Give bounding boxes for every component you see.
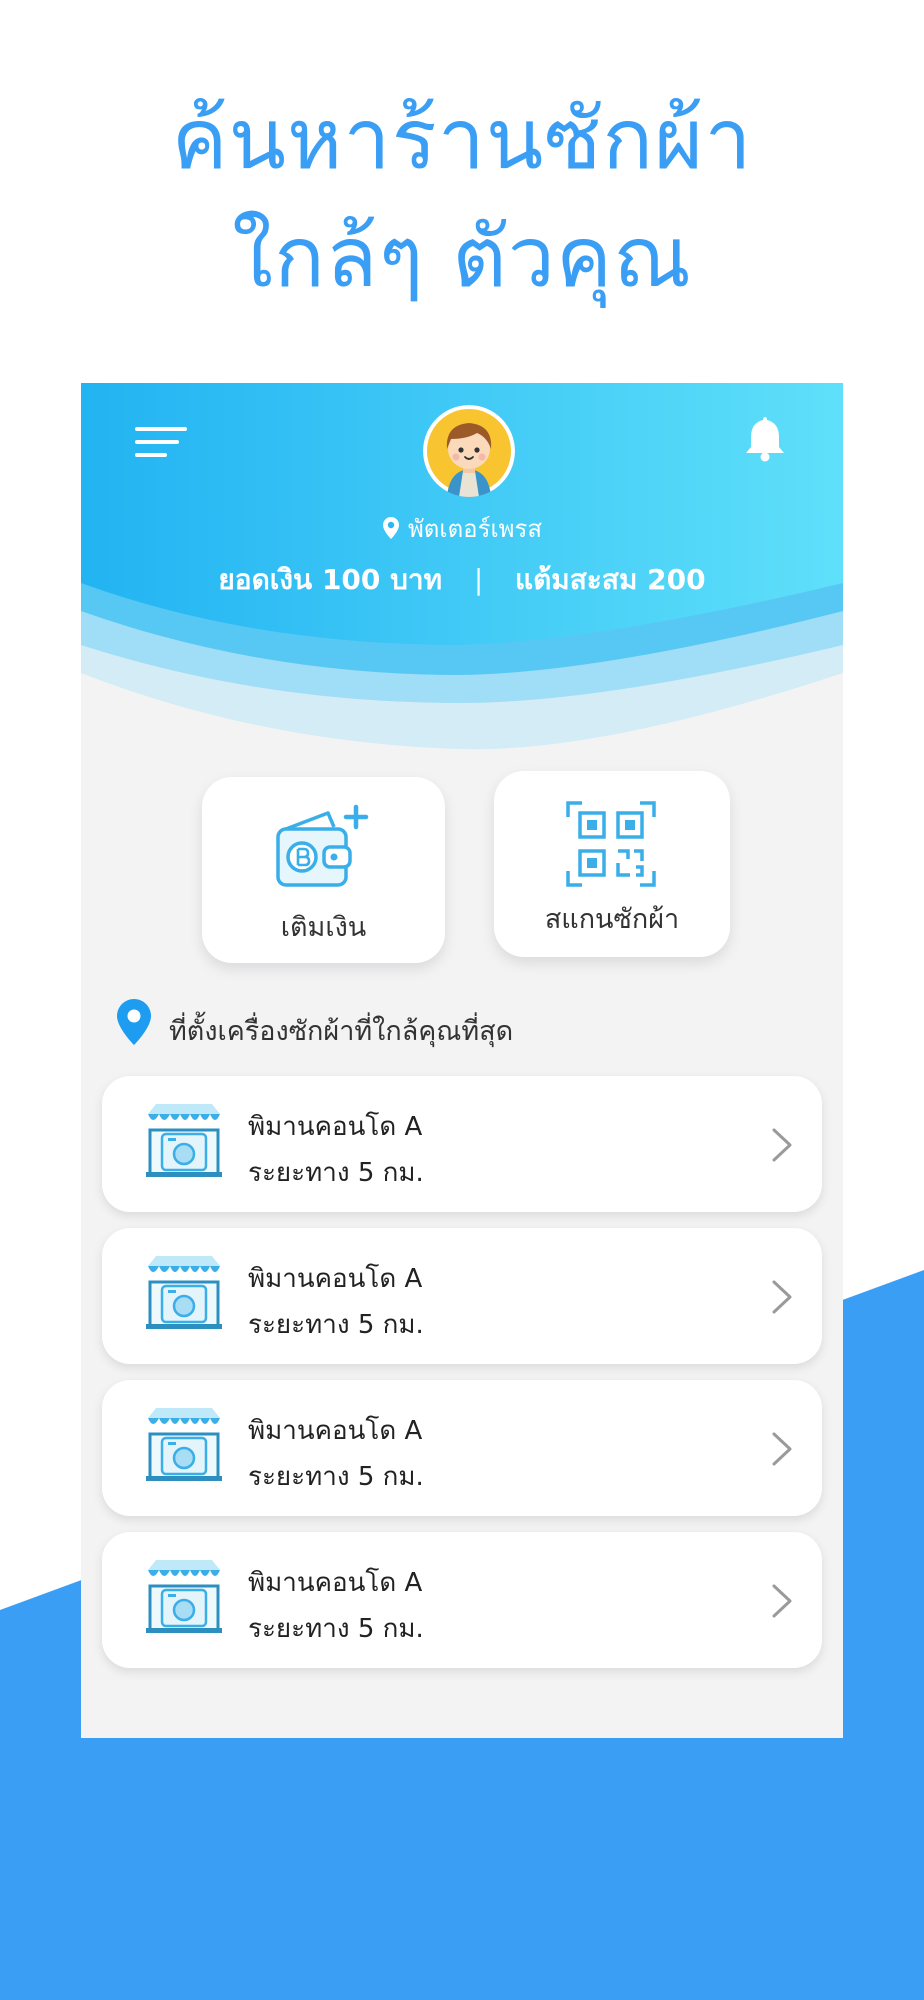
laundry-shop-icon (146, 1560, 222, 1633)
avatar[interactable] (423, 405, 515, 497)
shop-list-item[interactable]: พิมานคอนโด A ระยะทาง 5 กม. (102, 1076, 822, 1212)
hamburger-menu-icon[interactable] (135, 425, 189, 459)
app-screen: พัตเตอร์เพรส ยอดเงิน 100 บาท | แต้มสะสม … (81, 383, 843, 1738)
promo-headline: ค้นหาร้านซักผ้า ใกล้ๆ ตัวคุณ (0, 80, 924, 316)
shop-name: พิมานคอนโด A (248, 1112, 423, 1142)
shop-name: พิมานคอนโด A (248, 1264, 423, 1294)
chevron-right-icon (772, 1280, 792, 1314)
location-label: พัตเตอร์เพรส (81, 509, 843, 548)
bell-icon[interactable] (743, 413, 787, 463)
location-pin-icon (382, 517, 399, 539)
scan-button[interactable]: สแกนซักผ้า (494, 771, 730, 957)
shop-list-item[interactable]: พิมานคอนโด A ระยะทาง 5 กม. (102, 1532, 822, 1668)
shop-name: พิมานคอนโด A (248, 1568, 423, 1598)
points-value: 200 (647, 563, 706, 596)
topup-label: เติมเงิน (280, 912, 367, 943)
laundry-shop-icon (146, 1408, 222, 1481)
location-pin-icon (117, 999, 151, 1045)
shop-name: พิมานคอนโด A (248, 1416, 423, 1446)
headline-line-2: ใกล้ๆ ตัวคุณ (231, 208, 692, 306)
shop-distance: ระยะทาง 5 กม. (248, 1310, 424, 1340)
qr-code-icon (566, 801, 656, 887)
wallet-add-icon (276, 804, 369, 887)
nearby-title-text: ที่ตั้งเครื่องซักผ้าที่ใกล้คุณที่สุด (169, 1016, 514, 1047)
laundry-shop-icon (146, 1104, 222, 1177)
topup-button[interactable]: เติมเงิน (202, 777, 445, 963)
shop-distance: ระยะทาง 5 กม. (248, 1614, 424, 1644)
chevron-right-icon (772, 1432, 792, 1466)
headline-line-1: ค้นหาร้านซักผ้า (171, 90, 753, 188)
balance-value: 100 (321, 563, 381, 596)
laundry-shop-icon (146, 1256, 222, 1329)
shop-list-item[interactable]: พิมานคอนโด A ระยะทาง 5 กม. (102, 1228, 822, 1364)
balance-label: ยอดเงิน (218, 563, 313, 596)
shop-distance: ระยะทาง 5 กม. (248, 1158, 424, 1188)
shop-list-item[interactable]: พิมานคอนโด A ระยะทาง 5 กม. (102, 1380, 822, 1516)
location-text: พัตเตอร์เพรส (407, 515, 543, 543)
chevron-right-icon (772, 1584, 792, 1618)
shop-distance: ระยะทาง 5 กม. (248, 1462, 424, 1492)
stats-separator: | (473, 563, 484, 596)
balance-unit: บาท (390, 563, 443, 596)
scan-label: สแกนซักผ้า (544, 904, 680, 935)
points-label: แต้มสะสม (515, 563, 638, 596)
wallet-stats: ยอดเงิน 100 บาท | แต้มสะสม 200 (81, 558, 843, 602)
chevron-right-icon (772, 1128, 792, 1162)
